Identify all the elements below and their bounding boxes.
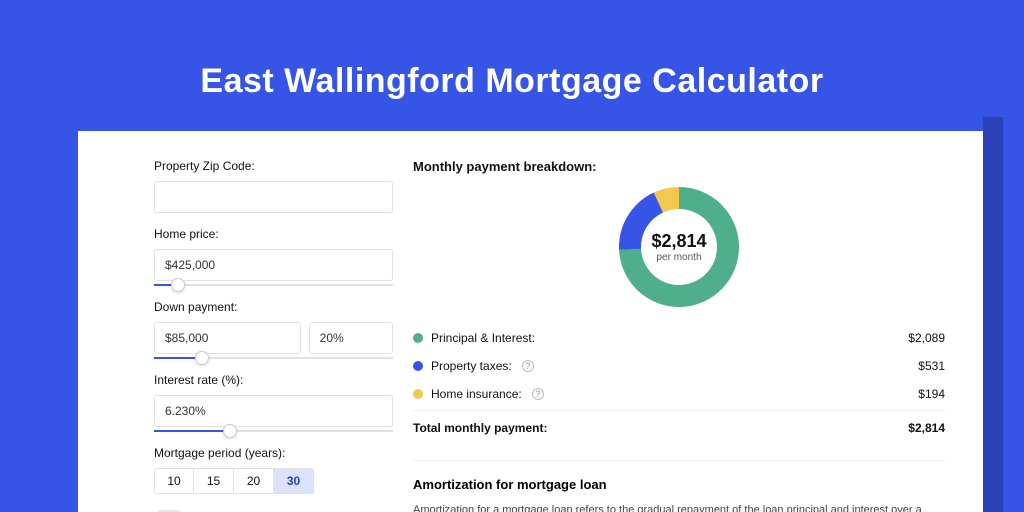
zip-input[interactable] — [154, 181, 393, 213]
home-price-label: Home price: — [154, 227, 393, 241]
info-icon[interactable]: ? — [532, 388, 544, 400]
info-icon[interactable]: ? — [522, 360, 534, 372]
period-button-group: 10152030 — [154, 468, 393, 494]
total-label: Total monthly payment: — [413, 421, 547, 435]
period-label: Mortgage period (years): — [154, 446, 393, 460]
amortization-text: Amortization for a mortgage loan refers … — [413, 502, 945, 512]
period-button-30[interactable]: 30 — [274, 468, 314, 494]
donut-center-value: $2,814 — [651, 231, 706, 252]
legend-label: Property taxes: — [431, 359, 512, 373]
period-button-15[interactable]: 15 — [194, 468, 234, 494]
donut-center-sub: per month — [656, 252, 701, 263]
interest-input[interactable] — [154, 395, 393, 427]
breakdown-panel: Monthly payment breakdown: $2,814 per mo… — [413, 159, 983, 512]
legend-row: Principal & Interest: $2,089 — [413, 324, 945, 352]
legend-label: Principal & Interest: — [431, 331, 535, 345]
home-price-input[interactable] — [154, 249, 393, 281]
down-payment-slider[interactable] — [154, 357, 393, 359]
legend-row: Home insurance: ? $194 — [413, 380, 945, 408]
down-payment-pct-input[interactable] — [309, 322, 393, 354]
payment-donut-chart: $2,814 per month — [616, 184, 742, 310]
down-payment-input[interactable] — [154, 322, 301, 354]
legend-value: $194 — [918, 387, 945, 401]
period-button-20[interactable]: 20 — [234, 468, 274, 494]
interest-slider[interactable] — [154, 430, 393, 432]
page-title: East Wallingford Mortgage Calculator — [0, 0, 1024, 101]
legend-label: Home insurance: — [431, 387, 522, 401]
legend-row: Property taxes: ? $531 — [413, 352, 945, 380]
legend: Principal & Interest: $2,089Property tax… — [413, 324, 945, 408]
legend-dot — [413, 361, 423, 371]
legend-dot — [413, 333, 423, 343]
period-button-10[interactable]: 10 — [154, 468, 194, 494]
zip-label: Property Zip Code: — [154, 159, 393, 173]
amortization-section: Amortization for mortgage loan Amortizat… — [413, 460, 945, 512]
card-shadow — [983, 117, 1003, 512]
down-payment-label: Down payment: — [154, 300, 393, 314]
home-price-slider[interactable] — [154, 284, 393, 286]
interest-label: Interest rate (%): — [154, 373, 393, 387]
amortization-title: Amortization for mortgage loan — [413, 477, 945, 492]
total-value: $2,814 — [908, 421, 945, 435]
legend-dot — [413, 389, 423, 399]
form-panel: Property Zip Code: Home price: Down paym… — [78, 159, 413, 512]
breakdown-title: Monthly payment breakdown: — [413, 159, 945, 174]
calculator-card: Property Zip Code: Home price: Down paym… — [78, 131, 983, 512]
legend-value: $2,089 — [908, 331, 945, 345]
legend-value: $531 — [918, 359, 945, 373]
